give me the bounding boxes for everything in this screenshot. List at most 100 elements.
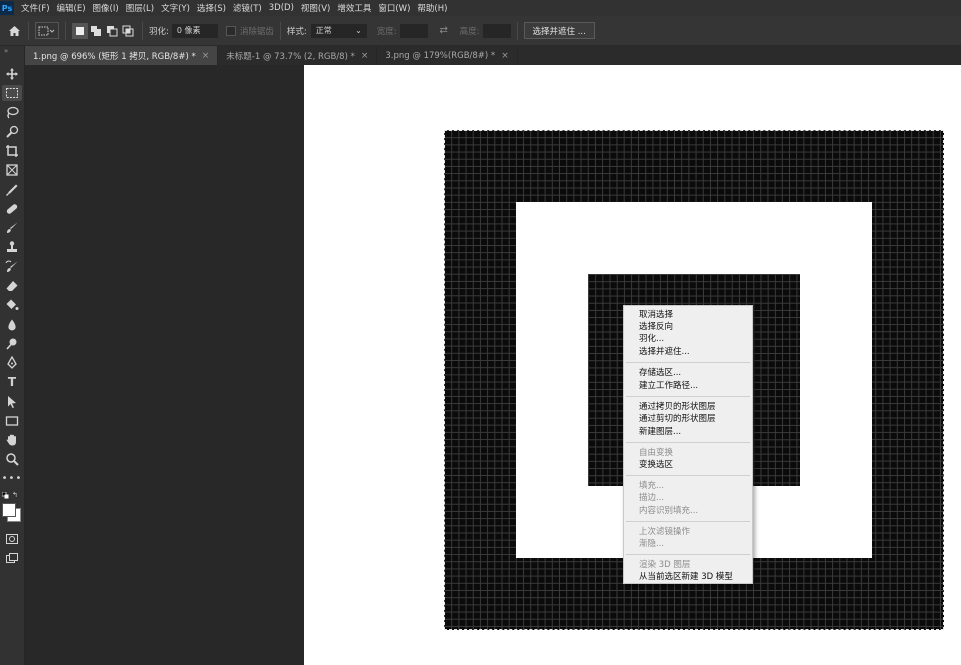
menu-item-free-transform: 自由变换	[639, 448, 674, 458]
feather-label: 羽化:	[149, 26, 169, 37]
rect-marquee-icon[interactable]	[2, 85, 22, 101]
clone-stamp-icon[interactable]	[2, 239, 22, 255]
add-to-selection-icon[interactable]	[88, 23, 104, 39]
swap-icon[interactable]: ⇄	[436, 23, 452, 39]
width-label: 宽度:	[376, 26, 397, 37]
path-select-icon[interactable]	[2, 394, 22, 410]
menu-item-shape-layer-via-copy[interactable]: 通过拷贝的形状图层	[639, 401, 716, 413]
menu-separator	[626, 362, 750, 363]
context-menu: 取消选择 选择反向 羽化... 选择并遮住... 存储选区... 建立工作路径.…	[623, 305, 753, 584]
menu-type[interactable]: 文字(Y)	[161, 2, 190, 14]
menu-item-fill: 填充...	[639, 481, 665, 491]
menu-item-save-selection[interactable]: 存储选区...	[639, 367, 681, 379]
pen-icon[interactable]	[2, 355, 22, 371]
dodge-icon[interactable]	[2, 336, 22, 352]
menu-item-deselect[interactable]: 取消选择	[639, 309, 673, 321]
menu-item-new-layer[interactable]: 新建图层...	[639, 426, 681, 438]
menu-item-render-3d-layer: 渲染 3D 图层	[639, 560, 691, 570]
paint-bucket-icon[interactable]	[2, 297, 22, 313]
menu-item-transform-selection[interactable]: 变换选区	[639, 459, 673, 471]
menu-plugins[interactable]: 增效工具	[337, 2, 371, 14]
frame-icon[interactable]	[2, 162, 22, 178]
separator	[142, 21, 143, 40]
menu-separator	[626, 475, 750, 476]
default-colors-icon[interactable]	[1, 491, 9, 499]
tool-preset-picker[interactable]	[35, 22, 59, 39]
tools-panel: » T ••• ↰	[0, 46, 25, 665]
blur-icon[interactable]	[2, 317, 22, 333]
close-icon[interactable]: ×	[501, 51, 509, 61]
intersect-selection-icon[interactable]	[120, 23, 136, 39]
menu-3d[interactable]: 3D(D)	[269, 3, 294, 13]
feather-input[interactable]: 0 像素	[171, 23, 218, 38]
menu-edit[interactable]: 编辑(E)	[57, 2, 86, 14]
foreground-color-swatch[interactable]	[2, 503, 16, 517]
menu-item-last-filter: 上次滤镜操作	[639, 527, 691, 537]
tab-label: 3.png @ 179%(RGB/8#) *	[385, 50, 496, 61]
tab-label: 未标题-1 @ 73.7% (2, RGB/8) *	[226, 51, 355, 62]
hand-icon[interactable]	[2, 432, 22, 448]
eraser-icon[interactable]	[2, 278, 22, 294]
menu-item-make-work-path[interactable]: 建立工作路径...	[639, 380, 698, 392]
photoshop-logo: Ps	[0, 1, 14, 15]
swap-colors-icon[interactable]: ↰	[12, 491, 18, 499]
tab-document-3[interactable]: 3.png @ 179%(RGB/8#) * ×	[377, 46, 518, 65]
width-input[interactable]	[399, 23, 428, 38]
close-icon[interactable]: ×	[202, 51, 210, 61]
home-icon[interactable]	[6, 23, 22, 39]
menu-item-select-inverse[interactable]: 选择反向	[639, 321, 673, 333]
menu-item-stroke: 描边...	[639, 493, 665, 503]
menu-item-new-3d-from-selection[interactable]: 从当前选区新建 3D 模型	[639, 571, 733, 583]
menu-filter[interactable]: 滤镜(T)	[233, 2, 262, 14]
menu-item-feather[interactable]: 羽化...	[639, 333, 664, 345]
healing-brush-icon[interactable]	[2, 201, 22, 217]
style-label: 样式:	[286, 26, 307, 37]
separator	[516, 21, 518, 40]
zoom-icon[interactable]	[2, 451, 22, 467]
document-tab-bar: 1.png @ 696% (矩形 1 拷贝, RGB/8#) * × 未标题-1…	[25, 46, 961, 65]
separator	[65, 21, 66, 40]
menu-separator	[626, 521, 750, 522]
menu-file[interactable]: 文件(F)	[21, 2, 50, 14]
rectangle-icon[interactable]	[2, 413, 22, 429]
menu-separator	[626, 554, 750, 555]
menu-select[interactable]: 选择(S)	[197, 2, 226, 14]
menu-window[interactable]: 窗口(W)	[378, 2, 410, 14]
tab-document-2[interactable]: 未标题-1 @ 73.7% (2, RGB/8) * ×	[218, 46, 378, 65]
brush-icon[interactable]	[2, 220, 22, 236]
quick-mask-icon[interactable]	[2, 531, 22, 547]
menu-bar: Ps 文件(F) 编辑(E) 图像(I) 图层(L) 文字(Y) 选择(S) 滤…	[0, 0, 961, 16]
menu-help[interactable]: 帮助(H)	[417, 2, 447, 14]
menu-view[interactable]: 视图(V)	[301, 2, 330, 14]
options-bar: 羽化: 0 像素 消除锯齿 样式: 正常 ⌄ 宽度: ⇄ 高度: 选择并遮住 .…	[0, 16, 961, 46]
menu-separator	[626, 442, 750, 443]
tab-document-1[interactable]: 1.png @ 696% (矩形 1 拷贝, RGB/8#) * ×	[25, 46, 219, 65]
new-selection-icon[interactable]	[72, 22, 88, 39]
history-brush-icon[interactable]	[2, 259, 22, 275]
style-select[interactable]: 正常 ⌄	[310, 23, 367, 38]
antialias-checkbox[interactable]	[225, 25, 236, 36]
close-icon[interactable]: ×	[361, 51, 369, 61]
tab-label: 1.png @ 696% (矩形 1 拷贝, RGB/8#) *	[33, 51, 196, 62]
antialias-label: 消除锯齿	[239, 26, 274, 37]
separator	[279, 21, 281, 40]
menu-item-content-aware-fill: 内容识别填充...	[639, 506, 699, 516]
more-tools-icon[interactable]: •••	[2, 470, 22, 486]
lasso-icon[interactable]	[2, 105, 22, 121]
menu-item-select-and-mask[interactable]: 选择并遮住...	[639, 346, 690, 358]
select-and-mask-button[interactable]: 选择并遮住 ...	[523, 22, 595, 39]
collapse-chevrons-icon[interactable]: »	[4, 47, 8, 55]
crop-icon[interactable]	[2, 143, 22, 159]
subtract-from-selection-icon[interactable]	[104, 23, 120, 39]
height-input[interactable]	[482, 23, 511, 38]
menu-separator	[626, 396, 750, 397]
menu-item-shape-layer-via-cut[interactable]: 通过剪切的形状图层	[639, 413, 716, 425]
move-icon[interactable]	[2, 66, 22, 82]
separator	[28, 21, 29, 40]
quick-select-icon[interactable]	[2, 124, 22, 140]
menu-layer[interactable]: 图层(L)	[126, 2, 154, 14]
type-icon[interactable]: T	[2, 374, 22, 390]
eyedropper-icon[interactable]	[2, 182, 22, 198]
screen-mode-icon[interactable]	[2, 550, 22, 566]
menu-image[interactable]: 图像(I)	[93, 2, 119, 14]
